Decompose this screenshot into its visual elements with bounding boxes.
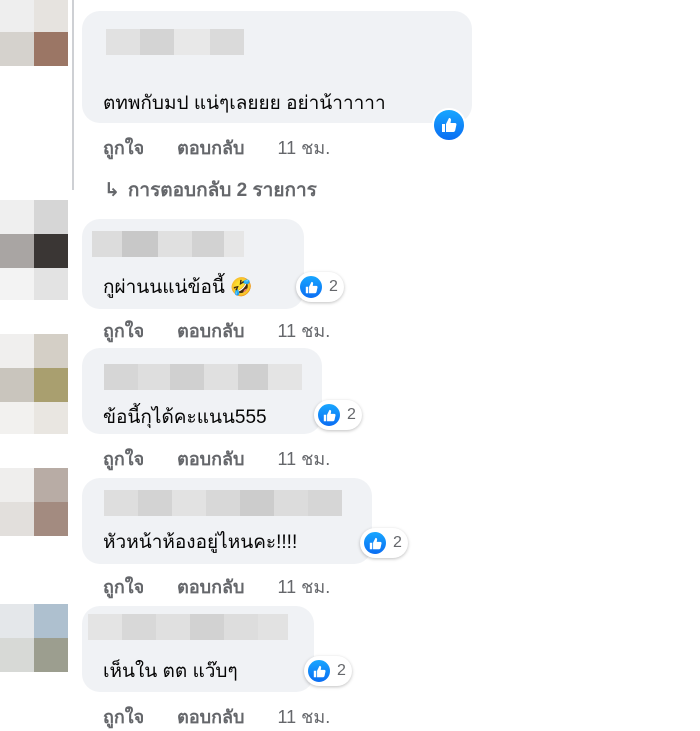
reply-arrow-icon: ↳ (104, 180, 120, 201)
commenter-name-blurred[interactable] (104, 364, 302, 390)
like-icon (362, 530, 388, 556)
reaction-count: 2 (337, 662, 346, 679)
like-icon (316, 402, 342, 428)
like-button[interactable]: ถูกใจ (103, 449, 144, 469)
timestamp[interactable]: 11 ชม. (277, 138, 330, 158)
avatar[interactable] (0, 468, 68, 536)
view-replies-link[interactable]: ↳ การตอบกลับ 2 รายการ (104, 175, 317, 205)
comment-actions: ถูกใจ ตอบกลับ 11 ชม. (103, 316, 358, 345)
comment-text: หัวหน้าห้องอยู่ไหนคะ!!!! (103, 532, 298, 553)
like-button[interactable]: ถูกใจ (103, 321, 144, 341)
reaction-count: 2 (393, 534, 402, 551)
replies-label: การตอบกลับ 2 รายการ (127, 180, 317, 201)
timestamp[interactable]: 11 ชม. (277, 577, 330, 597)
commenter-name-blurred[interactable] (106, 29, 244, 55)
thread-line (72, 0, 74, 190)
avatar[interactable] (0, 0, 68, 68)
reaction-count: 2 (347, 406, 356, 423)
reaction-summary[interactable] (432, 108, 466, 142)
reaction-summary[interactable]: 2 (314, 400, 362, 430)
comment-text: ข้อนี้กุได้คะแนน555 (103, 407, 267, 428)
comment-actions: ถูกใจ ตอบกลับ 11 ชม. (103, 133, 358, 162)
timestamp[interactable]: 11 ชม. (277, 707, 330, 727)
timestamp[interactable]: 11 ชม. (277, 321, 330, 341)
avatar[interactable] (0, 200, 68, 300)
comment-actions: ถูกใจ ตอบกลับ 11 ชม. (103, 572, 358, 601)
timestamp[interactable]: 11 ชม. (277, 449, 330, 469)
like-button[interactable]: ถูกใจ (103, 577, 144, 597)
commenter-name-blurred[interactable] (88, 614, 288, 640)
reaction-summary[interactable]: 2 (296, 272, 344, 302)
like-button[interactable]: ถูกใจ (103, 138, 144, 158)
reply-button[interactable]: ตอบกลับ (177, 138, 244, 158)
reply-button[interactable]: ตอบกลับ (177, 449, 244, 469)
comment-text: ตทพกับมป แน่ๆเลยยย อย่าน้าาาาา (103, 93, 386, 114)
like-button[interactable]: ถูกใจ (103, 707, 144, 727)
comment-actions: ถูกใจ ตอบกลับ 11 ชม. (103, 444, 358, 473)
like-icon (298, 274, 324, 300)
reply-button[interactable]: ตอบกลับ (177, 707, 244, 727)
reply-button[interactable]: ตอบกลับ (177, 321, 244, 341)
like-icon (306, 658, 332, 684)
comment-text: กูผ่านนแน่ข้อนี้ 🤣 (103, 277, 253, 298)
avatar[interactable] (0, 604, 68, 672)
like-icon (432, 108, 466, 142)
commenter-name-blurred[interactable] (104, 490, 342, 516)
rofl-emoji: 🤣 (230, 277, 253, 297)
avatar[interactable] (0, 334, 68, 434)
commenter-name-blurred[interactable] (92, 231, 244, 257)
reaction-count: 2 (329, 278, 338, 295)
reaction-summary[interactable]: 2 (304, 656, 352, 686)
comment-text: เห็นใน ตต แว๊บๆ (103, 661, 238, 682)
reaction-summary[interactable]: 2 (360, 528, 408, 558)
reply-button[interactable]: ตอบกลับ (177, 577, 244, 597)
